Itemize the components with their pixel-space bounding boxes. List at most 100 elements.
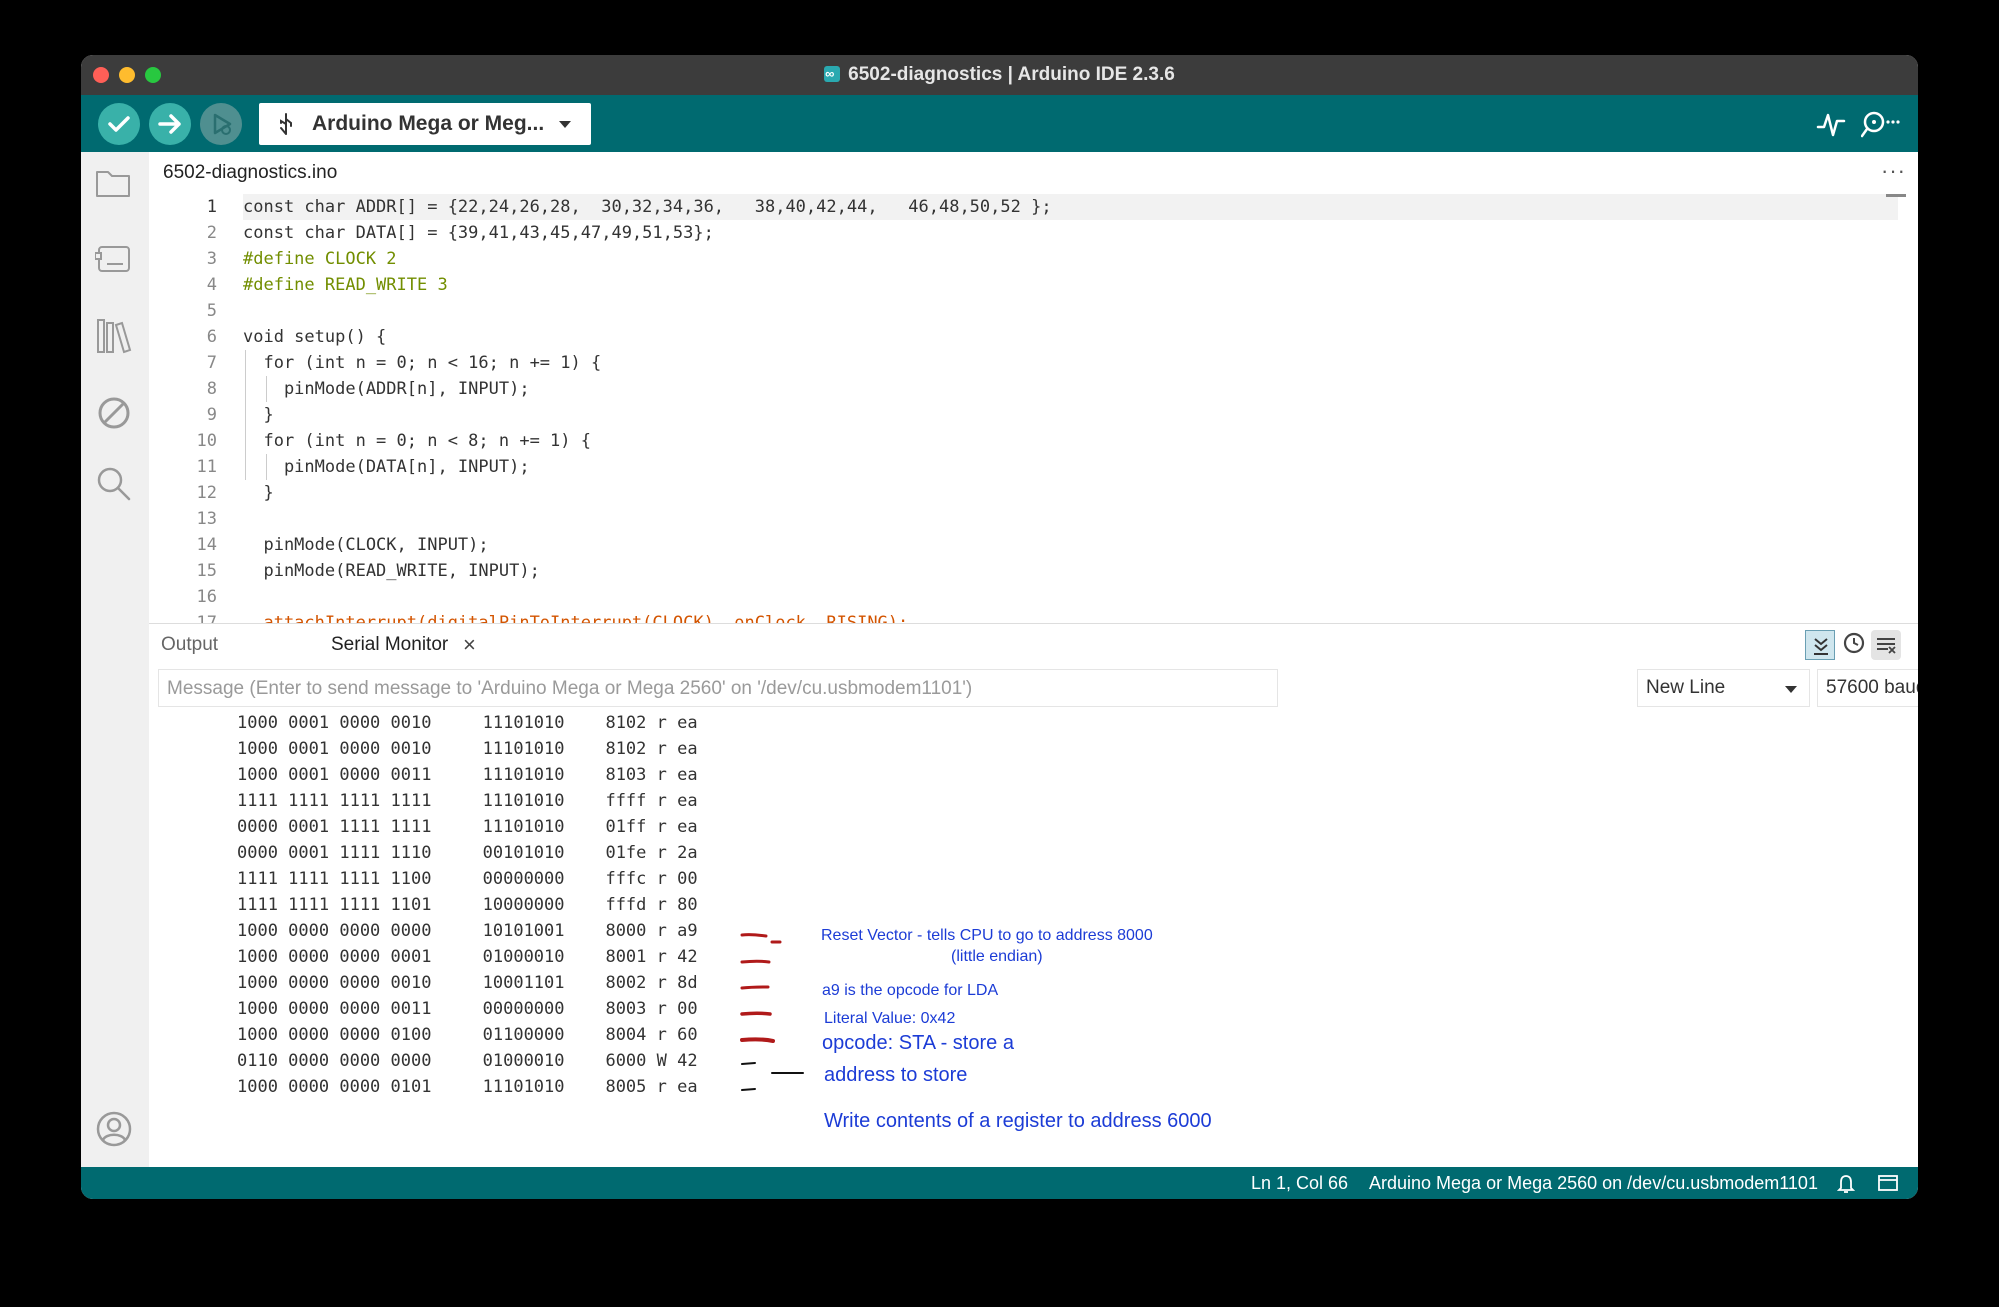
code-line: pinMode(ADDR[n], INPUT); <box>243 379 530 399</box>
editor-tab-bar: 6502-diagnostics.ino ··· <box>149 152 1918 196</box>
line-number: 2 <box>206 223 217 243</box>
line-number: 17 <box>196 613 217 623</box>
code-editor[interactable]: 1 2 3 4 5 6 7 8 9 10 11 12 13 14 15 16 1… <box>149 194 1918 623</box>
serial-output[interactable]: 1000 0001 0000 0010 11101010 8102 r ea 1… <box>149 710 1918 1167</box>
chevron-down-icon <box>1785 686 1797 693</box>
line-number: 3 <box>206 249 217 269</box>
debug-icon[interactable] <box>95 394 133 432</box>
serial-line: 1000 0000 0000 0011 00000000 8003 r 00 <box>237 999 698 1019</box>
toggle-panel-icon[interactable] <box>1878 1175 1898 1191</box>
serial-line: 1111 1111 1111 1100 00000000 fffc r 00 <box>237 869 698 889</box>
bell-icon[interactable] <box>1837 1174 1855 1194</box>
line-number: 8 <box>206 379 217 399</box>
serial-line: 1000 0001 0000 0011 11101010 8103 r ea <box>237 765 698 785</box>
line-number: 11 <box>196 457 217 477</box>
line-number: 1 <box>206 197 217 217</box>
cursor-position[interactable]: Ln 1, Col 66 <box>1251 1167 1348 1199</box>
close-tab-icon[interactable]: × <box>463 624 476 666</box>
activity-sidebar <box>81 152 149 1167</box>
serial-line: 1000 0000 0000 0101 11101010 8005 r ea <box>237 1077 698 1097</box>
verify-button[interactable] <box>98 103 140 145</box>
board-port-status[interactable]: Arduino Mega or Mega 2560 on /dev/cu.usb… <box>1369 1167 1818 1199</box>
annotation-lda: a9 is the opcode for LDA <box>822 982 999 999</box>
code-line: } <box>243 405 274 425</box>
annotation-reset-vector: Reset Vector - tells CPU to go to addres… <box>821 927 1153 944</box>
line-number: 15 <box>196 561 217 581</box>
line-number: 12 <box>196 483 217 503</box>
folder-icon[interactable] <box>95 166 133 200</box>
search-icon[interactable] <box>95 465 133 503</box>
autoscroll-icon[interactable] <box>1805 630 1835 660</box>
toolbar: Arduino Mega or Meg... <box>81 95 1918 152</box>
line-number: 13 <box>196 509 217 529</box>
annotation-write: Write contents of a register to address … <box>824 1110 1212 1132</box>
message-input[interactable]: Message (Enter to send message to 'Ardui… <box>158 669 1278 707</box>
window-title: 6502-diagnostics | Arduino IDE 2.3.6 <box>81 55 1918 95</box>
board-selector-label: Arduino Mega or Meg... <box>312 112 545 135</box>
annotation-literal: Literal Value: 0x42 <box>824 1010 956 1027</box>
line-ending-select[interactable]: New Line <box>1637 669 1810 707</box>
board-selector[interactable]: Arduino Mega or Meg... <box>259 103 591 145</box>
line-number: 14 <box>196 535 217 555</box>
code-line: pinMode(CLOCK, INPUT); <box>243 535 489 555</box>
code-line: const char DATA[] = {39,41,43,45,47,49,5… <box>243 223 714 243</box>
serial-line: 0000 0001 1111 1111 11101010 01ff r ea <box>237 817 698 837</box>
serial-line: 1111 1111 1111 1111 11101010 ffff r ea <box>237 791 698 811</box>
chevron-down-icon <box>559 121 571 128</box>
file-tab[interactable]: 6502-diagnostics.ino <box>149 152 371 196</box>
annotation-sta: opcode: STA - store a <box>822 1032 1014 1054</box>
library-manager-icon[interactable] <box>95 317 133 355</box>
debug-button[interactable] <box>200 103 242 145</box>
tab-serial-monitor[interactable]: Serial Monitor <box>331 624 448 666</box>
tab-output[interactable]: Output <box>161 624 218 666</box>
code-line: #define READ_WRITE 3 <box>243 275 448 295</box>
arduino-logo-icon <box>824 55 841 94</box>
code-line: } <box>243 483 274 503</box>
line-number: 10 <box>196 431 217 451</box>
status-bar: Ln 1, Col 66 Arduino Mega or Mega 2560 o… <box>81 1167 1918 1199</box>
checkmark-icon <box>108 116 130 132</box>
serial-line: 1000 0000 0000 0100 01100000 8004 r 60 <box>237 1025 698 1045</box>
code-line: #define CLOCK 2 <box>243 249 397 269</box>
code-line: pinMode(READ_WRITE, INPUT); <box>243 561 540 581</box>
code-line: for (int n = 0; n < 16; n += 1) { <box>243 353 602 373</box>
more-icon[interactable]: ··· <box>1881 158 1906 184</box>
annotation-little-endian: (little endian) <box>951 948 1043 965</box>
arrow-right-icon <box>158 114 181 134</box>
scrollbar-marker[interactable] <box>1886 194 1906 197</box>
baud-rate-select[interactable]: 57600 baud <box>1817 669 1918 707</box>
serial-line: 1000 0001 0000 0010 11101010 8102 r ea <box>237 739 698 759</box>
serial-monitor-icon[interactable] <box>1861 109 1901 139</box>
serial-line: 1000 0000 0000 0010 10001101 8002 r 8d <box>237 973 698 993</box>
code-line: const char ADDR[] = {22,24,26,28, 30,32,… <box>243 197 1052 217</box>
serial-plotter-icon[interactable] <box>1816 109 1846 139</box>
upload-button[interactable] <box>149 103 191 145</box>
code-line: attachInterrupt(digitalPinToInterrupt(CL… <box>243 613 909 623</box>
bottom-panel-tabs: Output Serial Monitor × <box>149 624 1918 666</box>
line-ending-value: New Line <box>1646 677 1726 698</box>
line-number: 5 <box>206 301 217 321</box>
debug-play-icon <box>213 113 232 135</box>
title-bar: 6502-diagnostics | Arduino IDE 2.3.6 <box>81 55 1918 95</box>
code-line: void setup() { <box>243 327 387 347</box>
timestamp-icon[interactable] <box>1839 630 1869 660</box>
serial-line: 1111 1111 1111 1101 10000000 fffd r 80 <box>237 895 698 915</box>
serial-line: 0110 0000 0000 0000 01000010 6000 W 42 <box>237 1051 698 1071</box>
serial-line: 1000 0000 0000 0001 01000010 8001 r 42 <box>237 947 698 967</box>
line-number: 6 <box>206 327 217 347</box>
message-row: Message (Enter to send message to 'Ardui… <box>149 666 1918 710</box>
ide-window: 6502-diagnostics | Arduino IDE 2.3.6 Ard… <box>81 55 1918 1199</box>
account-icon[interactable] <box>95 1110 133 1148</box>
code-line: pinMode(DATA[n], INPUT); <box>243 457 530 477</box>
serial-line: 1000 0001 0000 0010 11101010 8102 r ea <box>237 713 698 733</box>
boards-manager-icon[interactable] <box>95 242 133 276</box>
window-title-text: 6502-diagnostics | Arduino IDE 2.3.6 <box>848 64 1175 85</box>
line-number: 16 <box>196 587 217 607</box>
line-number: 7 <box>206 353 217 373</box>
baud-rate-value: 57600 baud <box>1826 677 1918 698</box>
clear-output-icon[interactable] <box>1871 630 1901 660</box>
annotation-address: address to store <box>824 1064 968 1086</box>
serial-line: 1000 0000 0000 0000 10101001 8000 r a9 <box>237 921 698 941</box>
line-number: 4 <box>206 275 217 295</box>
file-tab-label: 6502-diagnostics.ino <box>163 162 338 183</box>
